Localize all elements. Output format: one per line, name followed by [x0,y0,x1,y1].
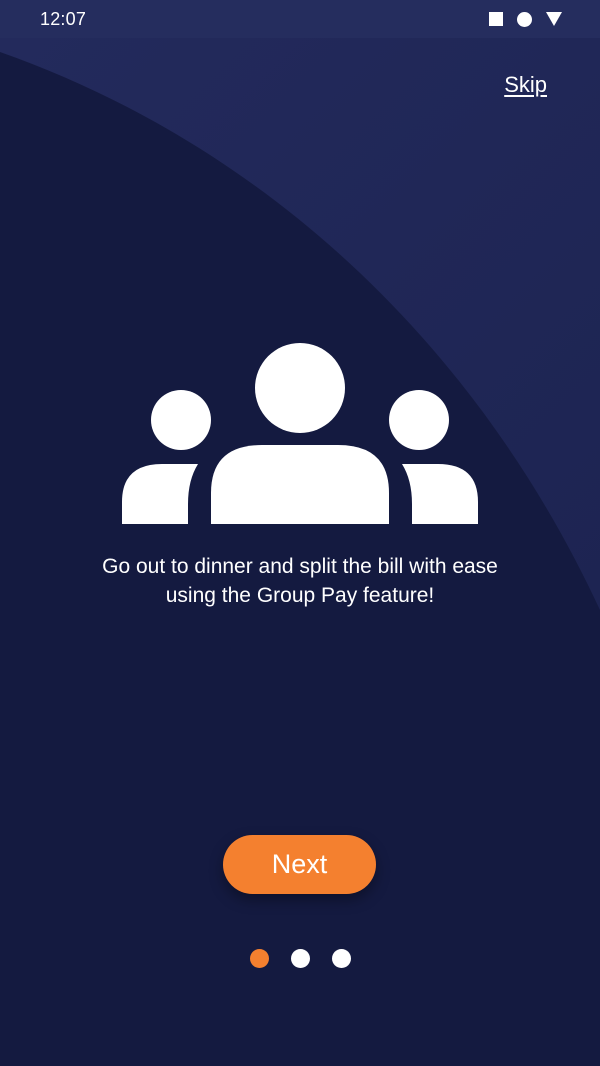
skip-link[interactable]: Skip [504,72,547,98]
page-dot-1[interactable] [249,949,269,968]
square-icon [489,12,503,26]
status-time: 12:07 [40,9,87,29]
onboarding-caption: Go out to dinner and split the bill with… [102,555,498,607]
page-dot-3[interactable] [331,949,351,968]
triangle-icon [546,12,562,26]
group-people-icon [122,343,478,524]
status-icons [489,11,562,27]
status-bar: 12:07 [0,0,600,38]
onboarding-screen: 12:07 Skip Go out to dinner and split th… [0,0,600,1066]
circle-icon [517,11,532,27]
page-dot-2[interactable] [290,949,310,968]
background-curve [0,38,600,610]
page-indicator [0,949,600,968]
next-button[interactable]: Next [223,835,376,894]
